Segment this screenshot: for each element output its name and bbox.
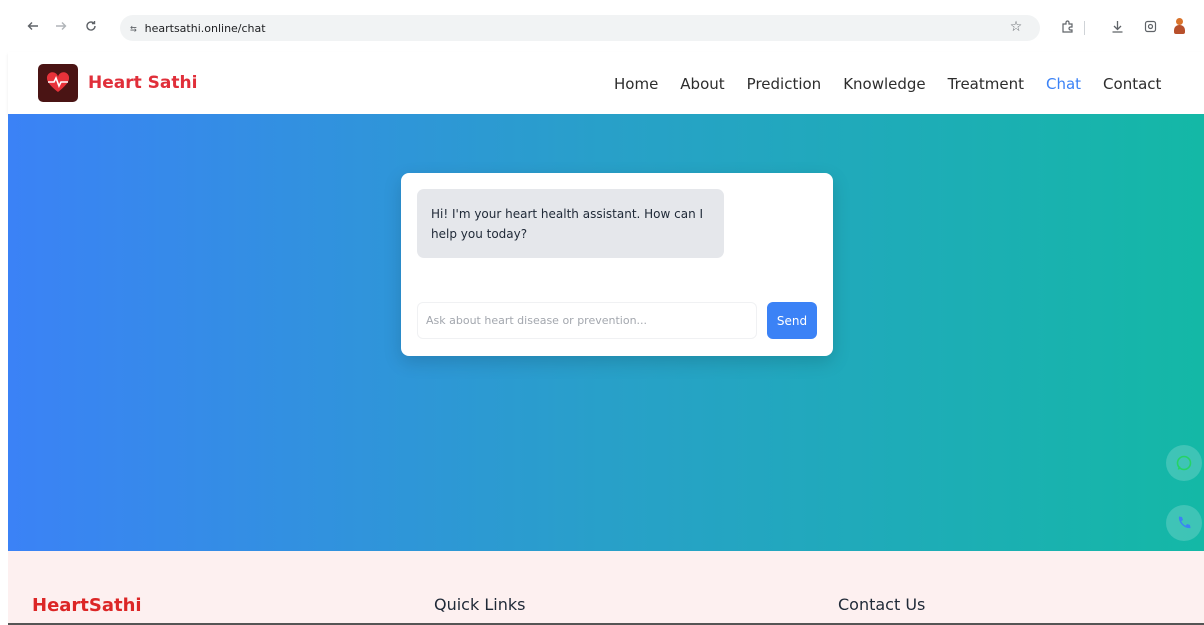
- extensions-icon[interactable]: [1056, 15, 1078, 37]
- chat-input[interactable]: [417, 302, 757, 339]
- profile-icon[interactable]: [1173, 18, 1185, 34]
- nav-knowledge[interactable]: Knowledge: [843, 75, 925, 93]
- brand-name[interactable]: Heart Sathi: [88, 73, 197, 93]
- downloads-icon[interactable]: [1106, 15, 1128, 37]
- back-icon[interactable]: [22, 15, 44, 37]
- nav-chat[interactable]: Chat: [1046, 75, 1081, 93]
- main-nav: Home About Prediction Knowledge Treatmen…: [614, 75, 1183, 93]
- nav-prediction[interactable]: Prediction: [747, 75, 822, 93]
- browser-toolbar: ⇆ heartsathi.online/chat ☆: [0, 0, 1204, 52]
- quick-links-heading: Quick Links: [434, 595, 526, 614]
- star-icon[interactable]: ☆: [1005, 15, 1027, 37]
- chat-card: Hi! I'm your heart health assistant. How…: [401, 173, 833, 356]
- whatsapp-icon[interactable]: [1166, 445, 1202, 481]
- contact-us-heading: Contact Us: [838, 595, 926, 614]
- url-text: heartsathi.online/chat: [144, 21, 266, 35]
- nav-home[interactable]: Home: [614, 75, 658, 93]
- screenshot-icon[interactable]: [1139, 15, 1161, 37]
- heart-logo-icon[interactable]: [38, 64, 78, 102]
- toolbar-separator: [1084, 21, 1085, 35]
- nav-about[interactable]: About: [680, 75, 724, 93]
- site-header: Heart Sathi Home About Prediction Knowle…: [8, 52, 1204, 114]
- nav-treatment[interactable]: Treatment: [948, 75, 1024, 93]
- reload-icon[interactable]: [80, 15, 102, 37]
- footer-brand: HeartSathi: [32, 595, 142, 616]
- bot-message: Hi! I'm your heart health assistant. How…: [417, 189, 724, 258]
- chat-hero-section: Hi! I'm your heart health assistant. How…: [8, 114, 1204, 551]
- phone-icon[interactable]: [1166, 505, 1202, 541]
- address-bar[interactable]: ⇆ heartsathi.online/chat: [120, 15, 1040, 41]
- site-footer: HeartSathi Quick Links Contact Us: [8, 551, 1204, 625]
- nav-contact[interactable]: Contact: [1103, 75, 1161, 93]
- send-button[interactable]: Send: [767, 302, 817, 339]
- forward-icon[interactable]: [50, 15, 72, 37]
- site-info-icon[interactable]: ⇆: [130, 22, 137, 35]
